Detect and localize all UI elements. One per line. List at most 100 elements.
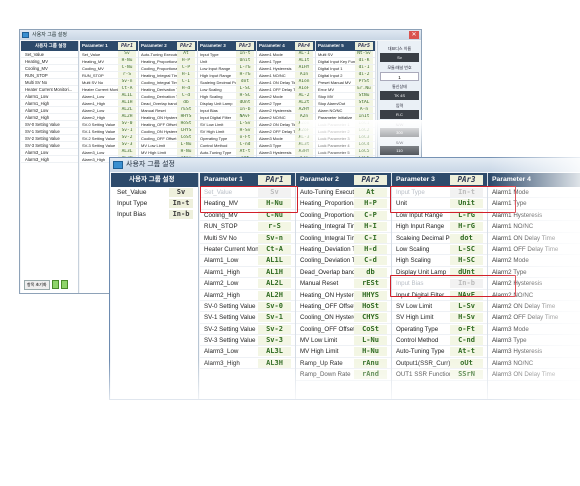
parameter-row[interactable]: Alarm3 Mode: [488, 324, 580, 336]
parameter-row[interactable]: Auto-Tuning Execute At: [296, 187, 391, 199]
parameter-row[interactable]: Preset Manual MV PrSt: [316, 79, 375, 86]
user-group-item[interactable]: Set_Value Sv: [111, 187, 198, 198]
parameter-row[interactable]: MV Low Limit L-Nu: [296, 335, 391, 347]
parameter-row[interactable]: Alarm1_Low AL1L: [80, 93, 138, 100]
parameter-row[interactable]: Multi SV No Sv-n: [200, 233, 295, 244]
parameter-row[interactable]: Control Method C-nd: [198, 142, 256, 149]
parameter-row[interactable]: Scaleing Decimal Point dot: [198, 79, 256, 86]
parameter-row[interactable]: Manual Reset rESt: [139, 107, 197, 114]
parameter-row[interactable]: Alarm3 Type AL3t: [257, 142, 315, 149]
parameter-row[interactable]: Alarm2 ON Delay Time: [488, 301, 580, 313]
parameter-row[interactable]: Low Scaling L-SC: [198, 86, 256, 93]
parameter-row[interactable]: Auto-Tuning Type At-t: [198, 149, 256, 156]
parameter-row[interactable]: Alarm2 NO/NC: [488, 290, 580, 301]
parameter-row[interactable]: Alarm3_Low AL3L: [80, 149, 138, 156]
parameter-row[interactable]: Multi SV Nt-Sv: [316, 51, 375, 58]
parameter-row[interactable]: RUN_STOP r-S: [80, 72, 138, 79]
parameter-row[interactable]: Alarm2_Low AL2L: [80, 107, 138, 114]
user-group-item[interactable]: Multi SV No: [21, 79, 78, 86]
parameter-row[interactable]: Alarm1 Mode AL-1: [257, 51, 315, 58]
parameter-row[interactable]: Alarm3 NO/NC: [488, 358, 580, 370]
parameter-row[interactable]: Cooling_Proportional B... C-P: [296, 210, 391, 222]
parameter-row[interactable]: Unit Unit: [392, 198, 487, 210]
parameter-row[interactable]: Alarm3 Hysteresis A3HY: [257, 149, 315, 156]
parameter-row[interactable]: Multi SV No Sv-n: [80, 79, 138, 86]
parameter-row[interactable]: High Input Range H-rG: [198, 72, 256, 79]
parameter-row[interactable]: MV High Limit H-Nu: [139, 149, 197, 156]
close-icon[interactable]: ✕: [409, 31, 419, 39]
parameter-row[interactable]: Alarm1 Type: [488, 198, 580, 210]
user-group-item[interactable]: SV-3 Setting Value: [21, 142, 78, 149]
parameter-row[interactable]: SV-1 Setting Value Sv-1: [80, 128, 138, 135]
parameter-row[interactable]: Low Input Range L-rG: [392, 210, 487, 222]
parameter-row[interactable]: Unit Unit: [198, 58, 256, 65]
parameter-row[interactable]: Lock Parameter 1 LoC1: [316, 121, 375, 128]
parameter-row[interactable]: Alarm1_High AL1H: [200, 267, 295, 279]
arrow-down-icon[interactable]: [60, 280, 68, 289]
parameter-row[interactable]: Alarm3 ON Delay Time: [488, 369, 580, 381]
parameter-row[interactable]: Heating_MV H-Nu: [200, 198, 295, 210]
reset-items-button[interactable]: 항목 초기화: [24, 280, 50, 290]
parameter-row[interactable]: Alarm2_Low AL2L: [200, 278, 295, 290]
parameter-row[interactable]: SV-3 Setting Value Sv-3: [200, 335, 295, 347]
parameter-row[interactable]: Low Scaling L-SC: [392, 244, 487, 256]
parameter-row[interactable]: Alarm1 Mode: [488, 187, 580, 199]
parameter-row[interactable]: Display Unit Lamp dUnt: [392, 267, 487, 279]
parameter-row[interactable]: High Input Range H-rG: [392, 221, 487, 233]
parameter-row[interactable]: Alarm3 Mode AL-3: [257, 135, 315, 142]
parameter-row[interactable]: Lock Parameter 5 LoC5: [316, 149, 375, 156]
parameter-row[interactable]: Cooling_Deviation Time C-d: [296, 255, 391, 267]
parameter-row[interactable]: Heating_Integral Time H-I: [296, 221, 391, 233]
parameter-row[interactable]: Alarm1 Type AL1t: [257, 58, 315, 65]
parameter-row[interactable]: SV High Limit H-Sv: [392, 312, 487, 324]
parameter-row[interactable]: Display Unit Lamp dUnt: [198, 100, 256, 107]
parameter-row[interactable]: Input Bias In-b: [392, 278, 487, 290]
parameter-row[interactable]: Heating_Proportional B... H-P: [296, 198, 391, 210]
user-group-item[interactable]: SV-2 Setting Value: [21, 135, 78, 142]
parameter-row[interactable]: Stop MV StNu: [316, 93, 375, 100]
user-group-item[interactable]: RUN_STOP: [21, 72, 78, 79]
parameter-row[interactable]: Lock Parameter 3 LoC3: [316, 135, 375, 142]
parameter-row[interactable]: Heating_Deviation Time H-d: [296, 244, 391, 256]
user-group-item[interactable]: Cooling_MV: [21, 65, 78, 72]
parameter-row[interactable]: Cooling_OFF Offset CoSt: [139, 135, 197, 142]
parameter-row[interactable]: Low Input Range L-rG: [198, 65, 256, 72]
side-panel-field[interactable]: 1: [380, 72, 419, 81]
parameter-row[interactable]: Alarm2_High AL2H: [200, 290, 295, 301]
parameter-row[interactable]: Manual Reset rESt: [296, 278, 391, 290]
parameter-row[interactable]: Alarm NO/NC A-n: [316, 107, 375, 114]
parameter-row[interactable]: Alarm2 NO/NC A2n: [257, 114, 315, 121]
parameter-row[interactable]: Alarm3_High AL3H: [200, 358, 295, 370]
user-group-item[interactable]: Alarm3_Low: [21, 149, 78, 156]
parameter-row[interactable]: Operating Type o-Ft: [198, 135, 256, 142]
parameter-row[interactable]: Dead_Overlap band db: [139, 100, 197, 107]
parameter-row[interactable]: Parameter Initialize InIt: [316, 114, 375, 121]
parameter-row[interactable]: Cooling_MV C-Nu: [200, 210, 295, 222]
parameter-row[interactable]: Set_Value Sv: [200, 187, 295, 199]
parameter-row[interactable]: Alarm1 NO/NC: [488, 221, 580, 233]
parameter-row[interactable]: Stop Alarm/Out StAL: [316, 100, 375, 107]
parameter-row[interactable]: Cooling_ON Hysteresis CHYS: [296, 312, 391, 324]
parameter-row[interactable]: Heating_OFF Offset HoSt: [296, 301, 391, 313]
parameter-row[interactable]: Auto-Tuning Execute At: [139, 51, 197, 58]
parameter-row[interactable]: Alarm2 Hysteresis: [488, 278, 580, 290]
parameter-row[interactable]: Digital Input 2 di-2: [316, 72, 375, 79]
parameter-row[interactable]: Lock Parameter 2 LoC2: [316, 128, 375, 135]
parameter-row[interactable]: Cooling_ON Hysteresis CHYS: [139, 128, 197, 135]
parameter-row[interactable]: Alarm2 Mode: [488, 255, 580, 267]
parameter-row[interactable]: High Scaling H-SC: [392, 255, 487, 267]
parameter-row[interactable]: Scaleing Decimal Point dot: [392, 233, 487, 244]
parameter-row[interactable]: Alarm1 OFF Delay Time: [488, 244, 580, 256]
parameter-row[interactable]: Input Digital Filter NAvF: [392, 290, 487, 301]
parameter-row[interactable]: Input Type In-t: [392, 187, 487, 199]
parameter-row[interactable]: Dead_Overlap band db: [296, 267, 391, 279]
user-group-item[interactable]: Alarm1_Low: [21, 93, 78, 100]
parameter-row[interactable]: SV Low Limit L-Sv: [198, 121, 256, 128]
parameter-row[interactable]: Heating_ON Hysteresis HHYS: [139, 114, 197, 121]
parameter-row[interactable]: Error MV Er.Nu: [316, 86, 375, 93]
user-group-item[interactable]: Input Bias In-b: [111, 209, 198, 220]
parameter-row[interactable]: Alarm2 ON Delay Time A2on: [257, 121, 315, 128]
parameter-row[interactable]: Alarm2 OFF Delay Time A2oF: [257, 128, 315, 135]
parameter-row[interactable]: Heater Current Monitori... Ct-A: [80, 86, 138, 93]
parameter-row[interactable]: Heating_MV H-Nu: [80, 58, 138, 65]
